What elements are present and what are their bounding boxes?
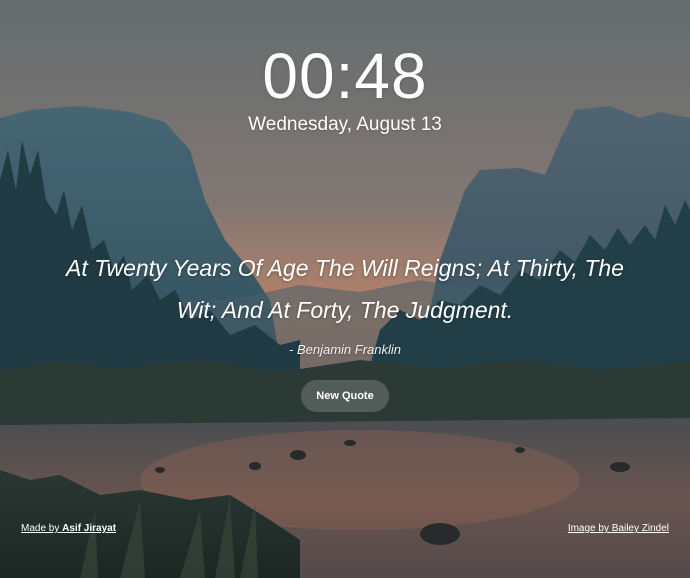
quote-text: At Twenty Years Of Age The Will Reigns; … xyxy=(66,255,624,323)
new-quote-button[interactable]: New Quote xyxy=(301,380,389,412)
made-by-author-name: Asif Jirayat xyxy=(62,523,117,534)
image-credit-link[interactable]: Image by Bailey Zindel xyxy=(568,522,669,536)
made-by-link[interactable]: Made by Asif Jirayat xyxy=(21,522,116,536)
clock-time: 00:48 xyxy=(262,40,428,112)
made-by-prefix: Made by xyxy=(21,523,63,534)
content-overlay: 00:48 Wednesday, August 13 At Twenty Yea… xyxy=(0,0,690,578)
clock-date: Wednesday, August 13 xyxy=(248,114,442,135)
quote-author: - Benjamin Franklin xyxy=(289,342,401,357)
